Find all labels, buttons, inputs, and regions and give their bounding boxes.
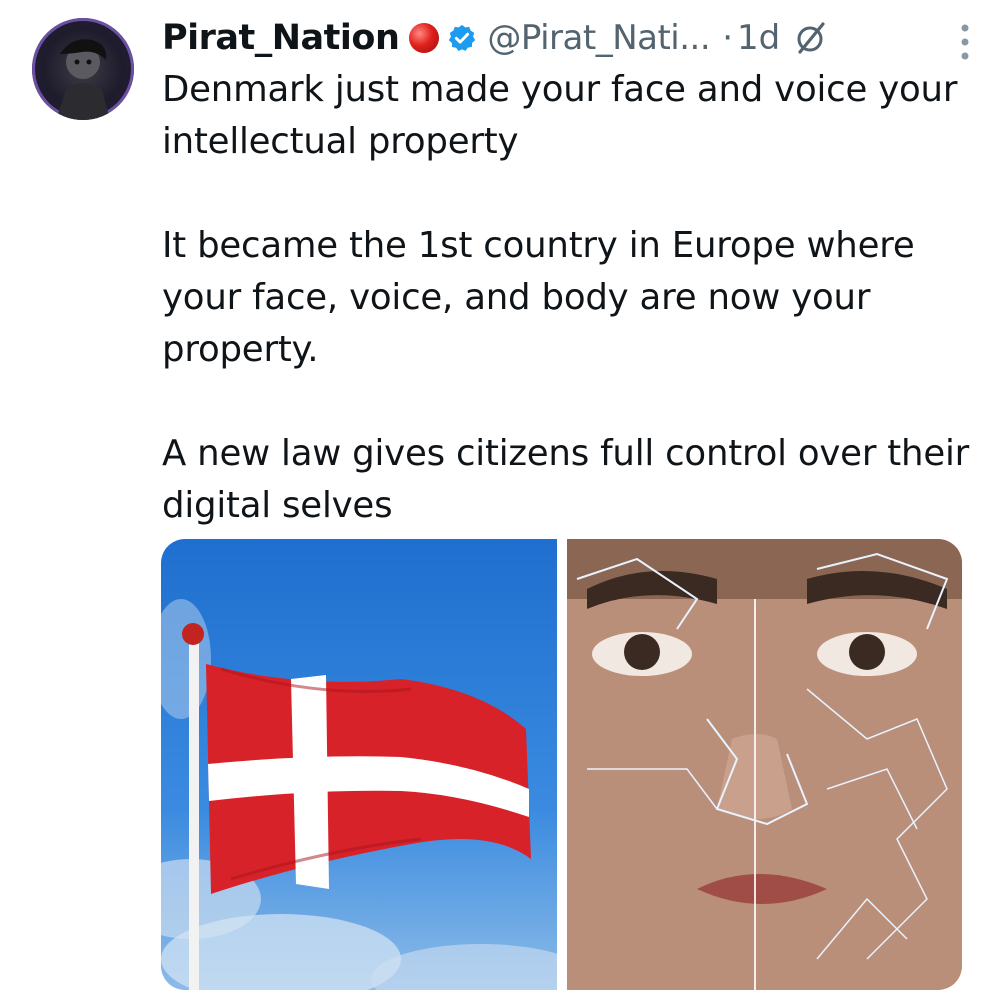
- author-avatar[interactable]: [32, 18, 134, 120]
- author-name[interactable]: Pirat_Nation: [162, 18, 400, 58]
- author-handle[interactable]: @Pirat_Nati...: [487, 18, 710, 58]
- tweet-text: Denmark just made your face and voice yo…: [162, 64, 972, 532]
- header-separator: ·: [722, 18, 733, 58]
- tweet-media: [161, 539, 962, 990]
- tweet-paragraph: It became the 1st country in Europe wher…: [162, 225, 915, 370]
- red-circle-icon: [409, 23, 440, 53]
- more-options-icon[interactable]: [961, 24, 969, 60]
- tweet-paragraph: A new law gives citizens full control ov…: [162, 433, 970, 526]
- grok-icon[interactable]: [796, 21, 826, 55]
- verified-badge-icon: [449, 24, 476, 51]
- tweet-timestamp[interactable]: 1d: [737, 18, 780, 58]
- tweet-header: Pirat_Nation @Pirat_Nati... · 1d: [162, 10, 962, 66]
- tweet-paragraph: Denmark just made your face and voice yo…: [162, 69, 958, 162]
- avatar-image: [56, 39, 110, 120]
- face-scan-image[interactable]: [566, 539, 963, 990]
- danish-flag-image[interactable]: [161, 539, 557, 990]
